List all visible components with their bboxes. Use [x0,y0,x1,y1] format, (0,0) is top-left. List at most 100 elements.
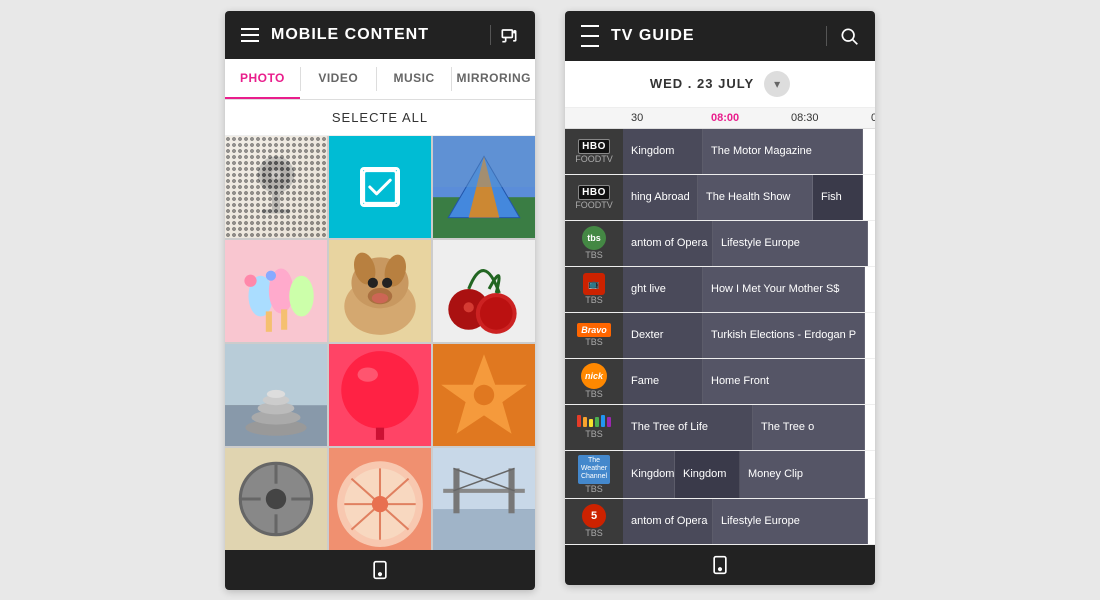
program-health-show[interactable]: The Health Show [698,175,813,220]
channel-nick[interactable]: nick TBS [565,359,623,404]
photo-5[interactable] [329,240,431,342]
tab-bar: PHOTO VIDEO MUSIC MIRRORING [225,59,535,100]
time-header: 30 08:00 08:30 09:00 [565,108,875,129]
ch5-sub: TBS [585,528,603,538]
program-phantom-ch5[interactable]: antom of Opera [623,499,713,544]
bravo-logo: Bravo [577,323,611,337]
search-icon[interactable] [839,26,859,46]
guide-row-ch5: 5 TBS antom of Opera Lifestyle Europe [565,499,875,545]
tbs-programs: antom of Opera Lifestyle Europe [623,221,875,266]
photo-11[interactable] [329,448,431,550]
bravo-sub: TBS [585,337,603,347]
photo-2[interactable] [329,136,431,238]
select-all-bar[interactable]: SELECTE ALL [225,100,535,136]
program-money-clip[interactable]: Money Clip [740,451,865,498]
channel-5[interactable]: 5 TBS [565,499,623,544]
guide-row-hbo1: HBO FOODTV Kingdom The Motor Magazine [565,129,875,175]
nbc-programs: The Tree of Life The Tree o [623,405,875,450]
tab-video[interactable]: VIDEO [301,59,376,99]
guide-row-nick: nick TBS Fame Home Front [565,359,875,405]
time-slot-0900: 09:00 [863,108,875,128]
program-kingdom-hbo1[interactable]: Kingdom [623,129,703,174]
hbo2-programs: hing Abroad The Health Show Fish [623,175,875,220]
main-container: MOBILE CONTENT PHOTO VIDEO MUSIC MIRRORI… [225,11,875,590]
photo-7[interactable] [225,344,327,446]
channel-bravo[interactable]: Bravo TBS [565,313,623,358]
nick-programs: Fame Home Front [623,359,875,404]
hbo2-logo: HBO [578,185,610,200]
mobile-content-panel: MOBILE CONTENT PHOTO VIDEO MUSIC MIRRORI… [225,11,535,590]
photo-6[interactable] [433,240,535,342]
program-how-i-met[interactable]: How I Met Your Mother S$ [703,267,865,312]
atv-logo: 📺 [583,273,605,295]
photo-8[interactable] [329,344,431,446]
photo-3[interactable] [433,136,535,238]
tbs-logo: tbs [582,226,606,250]
nick-sub: TBS [585,389,603,399]
tab-photo[interactable]: PHOTO [225,59,300,99]
tab-mirroring[interactable]: MIRRORING [452,59,535,99]
channel-nbc[interactable]: TBS [565,405,623,450]
guide-row-tbs: tbs TBS antom of Opera Lifestyle Europe [565,221,875,267]
program-dexter[interactable]: Dexter [623,313,703,358]
bravo-programs: Dexter Turkish Elections - Erdogan P [623,313,875,358]
tv-header-divider [826,26,827,46]
photo-12[interactable] [433,448,535,550]
mobile-header: MOBILE CONTENT [225,11,535,59]
hbo1-sub: FOODTV [575,154,613,164]
program-tree-of-life[interactable]: The Tree of Life [623,405,753,450]
guide-body: HBO FOODTV Kingdom The Motor Magazine HB… [565,129,875,545]
hbo1-logo: HBO [578,139,610,154]
tv-header-title: TV GUIDE [611,27,814,45]
program-fame[interactable]: Fame [623,359,703,404]
program-phantom-tbs[interactable]: antom of Opera [623,221,713,266]
tab-music[interactable]: MUSIC [377,59,452,99]
program-turkish-elections[interactable]: Turkish Elections - Erdogan P [703,313,865,358]
nbc-sub: TBS [585,429,603,439]
guide-row-hbo2: HBO FOODTV hing Abroad The Health Show F… [565,175,875,221]
mobile-footer [225,550,535,590]
channel-weather[interactable]: TheWeatherChannel TBS [565,451,623,498]
program-lifestyle-ch5[interactable]: Lifestyle Europe [713,499,868,544]
hbo1-programs: Kingdom The Motor Magazine [623,129,875,174]
channel-atv[interactable]: 📺 TBS [565,267,623,312]
hamburger-icon[interactable] [241,28,259,42]
program-lifestyle-tbs[interactable]: Lifestyle Europe [713,221,868,266]
photo-4[interactable] [225,240,327,342]
photo-grid [225,136,535,550]
program-fishing-abroad[interactable]: hing Abroad [623,175,698,220]
program-motor-magazine[interactable]: The Motor Magazine [703,129,863,174]
mobile-header-title: MOBILE CONTENT [271,26,478,44]
phone-footer-icon [370,560,390,580]
nick-logo: nick [581,363,607,389]
time-slot-0830: 08:30 [783,108,863,128]
tv-footer [565,545,875,585]
channel-hbo1[interactable]: HBO FOODTV [565,129,623,174]
nbc-logo [577,415,611,427]
header-divider [490,25,491,45]
program-kingdom-w2[interactable]: Kingdom [675,451,740,498]
photo-10[interactable] [225,448,327,550]
time-slot-30: 30 [623,108,703,128]
header-right-icons [490,25,519,45]
channel-hbo2[interactable]: HBO FOODTV [565,175,623,220]
program-fish[interactable]: Fish [813,175,863,220]
program-kingdom-w1[interactable]: Kingdom [623,451,675,498]
program-tonight-live[interactable]: ght live [623,267,703,312]
program-tree-cont[interactable]: The Tree o [753,405,865,450]
tv-hamburger-icon[interactable] [581,25,599,47]
photo-1[interactable] [225,136,327,238]
ch5-logo: 5 [582,504,606,528]
atv-programs: ght live How I Met Your Mother S$ [623,267,875,312]
guide-row-atv: 📺 TBS ght live How I Met Your Mother S$ [565,267,875,313]
ch5-programs: antom of Opera Lifestyle Europe [623,499,875,544]
hbo2-sub: FOODTV [575,200,613,210]
weather-sub: TBS [585,484,603,494]
date-dropdown-button[interactable]: ▾ [764,71,790,97]
time-slot-0800: 08:00 [703,108,783,128]
program-home-front[interactable]: Home Front [703,359,865,404]
weather-programs: Kingdom Kingdom Money Clip [623,451,875,498]
photo-9[interactable] [433,344,535,446]
channel-tbs[interactable]: tbs TBS [565,221,623,266]
cast-icon [499,25,519,45]
